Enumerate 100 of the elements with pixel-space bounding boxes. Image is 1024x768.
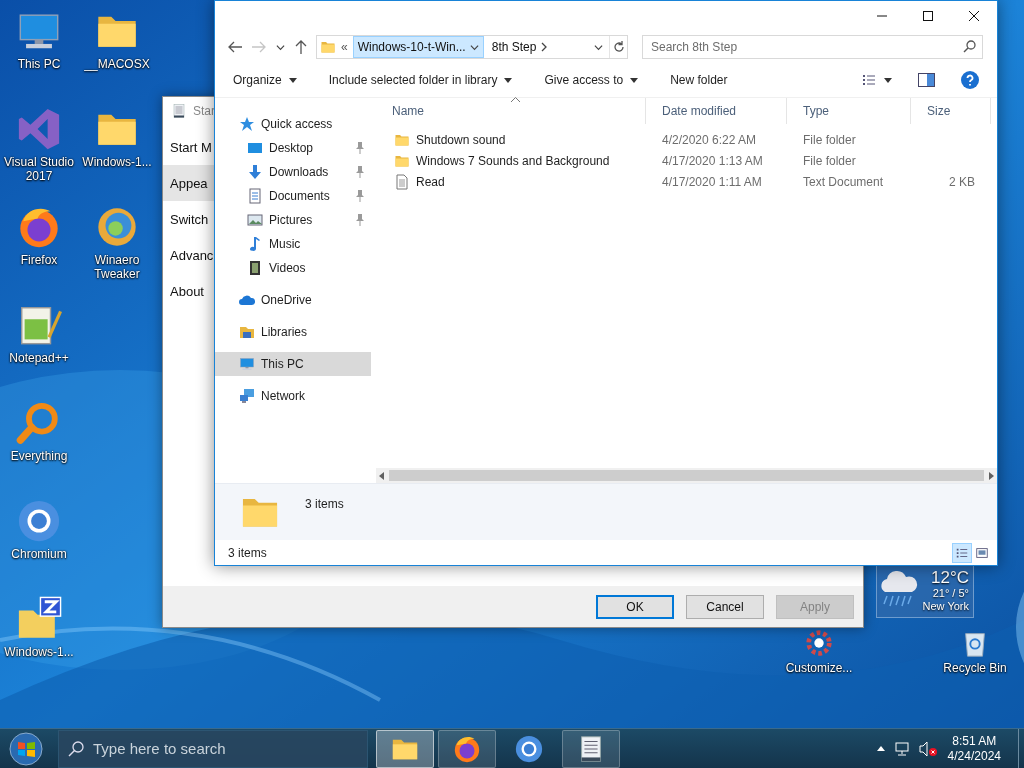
scrollbar-thumb[interactable] xyxy=(389,470,984,481)
desktop-shortcut[interactable]: Chromium xyxy=(0,498,78,596)
file-name[interactable]: Read xyxy=(416,174,445,189)
volume-tray-icon[interactable] xyxy=(918,740,937,757)
menu-item[interactable]: Appea xyxy=(163,165,215,201)
view-toggle[interactable] xyxy=(952,542,972,563)
download-arrow-icon xyxy=(247,164,263,180)
desktop-shortcut[interactable]: Winaero Tweaker xyxy=(78,204,156,302)
nav-item[interactable]: Downloads xyxy=(215,160,371,184)
up-arrow-icon xyxy=(295,40,307,54)
desktop-shortcut[interactable]: Notepad++ xyxy=(0,302,78,400)
window-title: Star xyxy=(193,104,215,118)
desktop-shortcut[interactable]: Customize... xyxy=(780,628,858,675)
refresh-button[interactable] xyxy=(609,36,627,58)
desktop-shortcut[interactable]: Visual Studio 2017 xyxy=(0,106,78,204)
start-orb-icon xyxy=(9,731,43,766)
column-header[interactable]: Size xyxy=(911,98,991,124)
toolbar-button[interactable]: Give access to xyxy=(536,67,647,93)
status-text: 3 items xyxy=(228,545,267,560)
desktop-shortcut[interactable]: Windows-1... xyxy=(78,106,156,204)
toolbar-button[interactable]: Organize xyxy=(225,67,305,93)
caret-up-icon xyxy=(876,746,885,751)
type-cell: File folder xyxy=(803,132,856,147)
desktop-shortcut[interactable]: Firefox xyxy=(0,204,78,302)
ring-logo-icon xyxy=(514,733,544,764)
nav-item[interactable]: This PC xyxy=(215,352,371,376)
address-bar[interactable]: « Windows-10-t-Win... 8th Step xyxy=(316,35,628,59)
nav-item[interactable]: OneDrive xyxy=(215,288,371,312)
caret-icon xyxy=(630,77,639,83)
menu-item[interactable]: Switch xyxy=(163,201,215,237)
sort-ascending-icon xyxy=(511,97,520,102)
date-cell: 4/17/2020 1:13 AM xyxy=(662,153,763,168)
desktop-shortcut[interactable]: Everything xyxy=(0,400,78,498)
ring-logo-icon xyxy=(16,498,62,544)
image-icon xyxy=(247,212,263,228)
nav-item[interactable]: Network xyxy=(215,384,371,408)
menu-item[interactable]: About xyxy=(163,273,215,309)
dialog-button[interactable]: OK xyxy=(596,594,674,619)
type-cell: Text Document xyxy=(803,174,884,189)
file-name[interactable]: Windows 7 Sounds and Background xyxy=(416,153,610,168)
help-icon xyxy=(961,71,979,89)
library-icon xyxy=(239,324,255,340)
taskbar-button[interactable] xyxy=(438,729,496,768)
column-header[interactable]: Name xyxy=(376,98,646,124)
date-cell: 4/2/2020 6:22 AM xyxy=(662,132,757,147)
pin-icon xyxy=(355,214,365,226)
taskbar-button[interactable] xyxy=(562,729,620,768)
menu-item[interactable]: Start M xyxy=(163,129,215,165)
taskbar-search-field[interactable]: Type here to search xyxy=(58,729,368,768)
desktop-shortcut[interactable]: Recycle Bin xyxy=(936,628,1014,675)
network-icon xyxy=(239,388,255,404)
details-view-icon xyxy=(861,72,877,88)
toolbar-button[interactable]: New folder xyxy=(662,67,736,93)
column-header[interactable]: Date modified xyxy=(646,98,787,124)
network-icon xyxy=(893,740,910,757)
pin-icon xyxy=(355,142,365,154)
film-icon xyxy=(247,260,263,276)
file-name[interactable]: Shutdown sound xyxy=(416,132,506,147)
ribbon-logo-icon xyxy=(16,106,62,152)
nav-item[interactable]: Music xyxy=(215,232,371,256)
desktop-shortcut[interactable]: __MACOSX xyxy=(78,8,156,106)
date-cell: 4/17/2020 1:11 AM xyxy=(662,174,762,189)
breadcrumb[interactable]: Windows-10-t-Win... xyxy=(352,36,484,58)
nav-item[interactable]: Pictures xyxy=(215,208,371,232)
chevron-right-icon xyxy=(540,42,549,52)
network-tray-icon[interactable] xyxy=(893,740,910,757)
folder-icon xyxy=(320,39,336,55)
nav-item[interactable]: Documents xyxy=(215,184,371,208)
preview-pane-icon xyxy=(918,73,935,87)
dialog-button[interactable]: Cancel xyxy=(686,594,764,619)
nav-item[interactable]: Videos xyxy=(215,256,371,280)
pin-icon xyxy=(355,190,365,202)
column-header[interactable]: Type xyxy=(787,98,911,124)
desktop-shortcut[interactable]: This PC xyxy=(0,8,78,106)
caret-icon xyxy=(504,77,513,83)
close-icon xyxy=(969,11,979,21)
horizontal-scrollbar[interactable] xyxy=(376,468,997,483)
monitor-icon xyxy=(247,140,263,156)
nav-item[interactable]: Desktop xyxy=(215,136,371,160)
overflow-marker[interactable]: « xyxy=(339,40,350,54)
large-icons-view-icon xyxy=(975,545,989,560)
search-icon xyxy=(963,40,976,53)
breadcrumb[interactable]: 8th Step xyxy=(486,36,554,58)
chevron-down-icon xyxy=(469,42,479,52)
desktop-shortcut[interactable]: Windows-1... xyxy=(0,596,78,694)
chevron-down-icon xyxy=(594,42,603,52)
taskbar-button[interactable] xyxy=(376,729,434,768)
window-app-icon xyxy=(171,103,187,119)
caret-icon xyxy=(288,77,297,83)
search-field[interactable]: Search 8th Step xyxy=(642,35,983,59)
toolbar-button[interactable]: Include selected folder in library xyxy=(320,67,521,93)
type-cell: File folder xyxy=(803,153,856,168)
refresh-icon xyxy=(612,41,625,53)
caret-icon xyxy=(884,77,892,83)
menu-item[interactable]: Advanc xyxy=(163,237,215,273)
show-hidden-icons-button[interactable] xyxy=(876,746,885,751)
clock[interactable]: 8:51 AM 4/24/2024 xyxy=(945,733,1003,764)
music-note-icon xyxy=(247,236,263,252)
nav-item[interactable]: Libraries xyxy=(215,320,371,344)
nav-item[interactable]: Quick access xyxy=(215,112,371,136)
